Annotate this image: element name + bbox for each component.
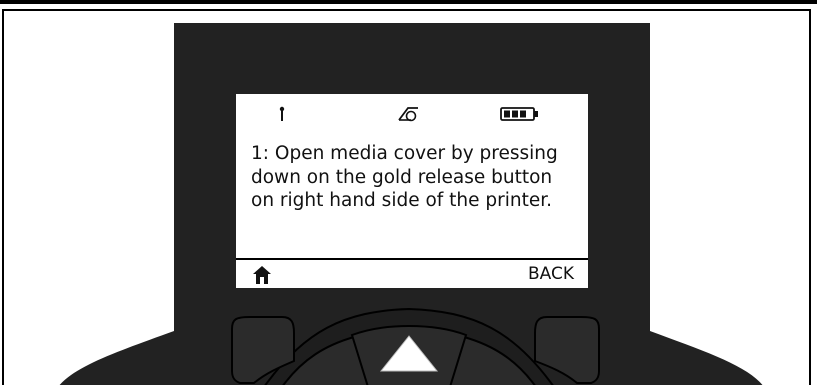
up-arrow-button[interactable] (350, 325, 468, 385)
top-rule (0, 0, 817, 4)
figure-frame: 1: Open media cover by pressing down on … (2, 9, 811, 385)
keypad (231, 307, 600, 385)
